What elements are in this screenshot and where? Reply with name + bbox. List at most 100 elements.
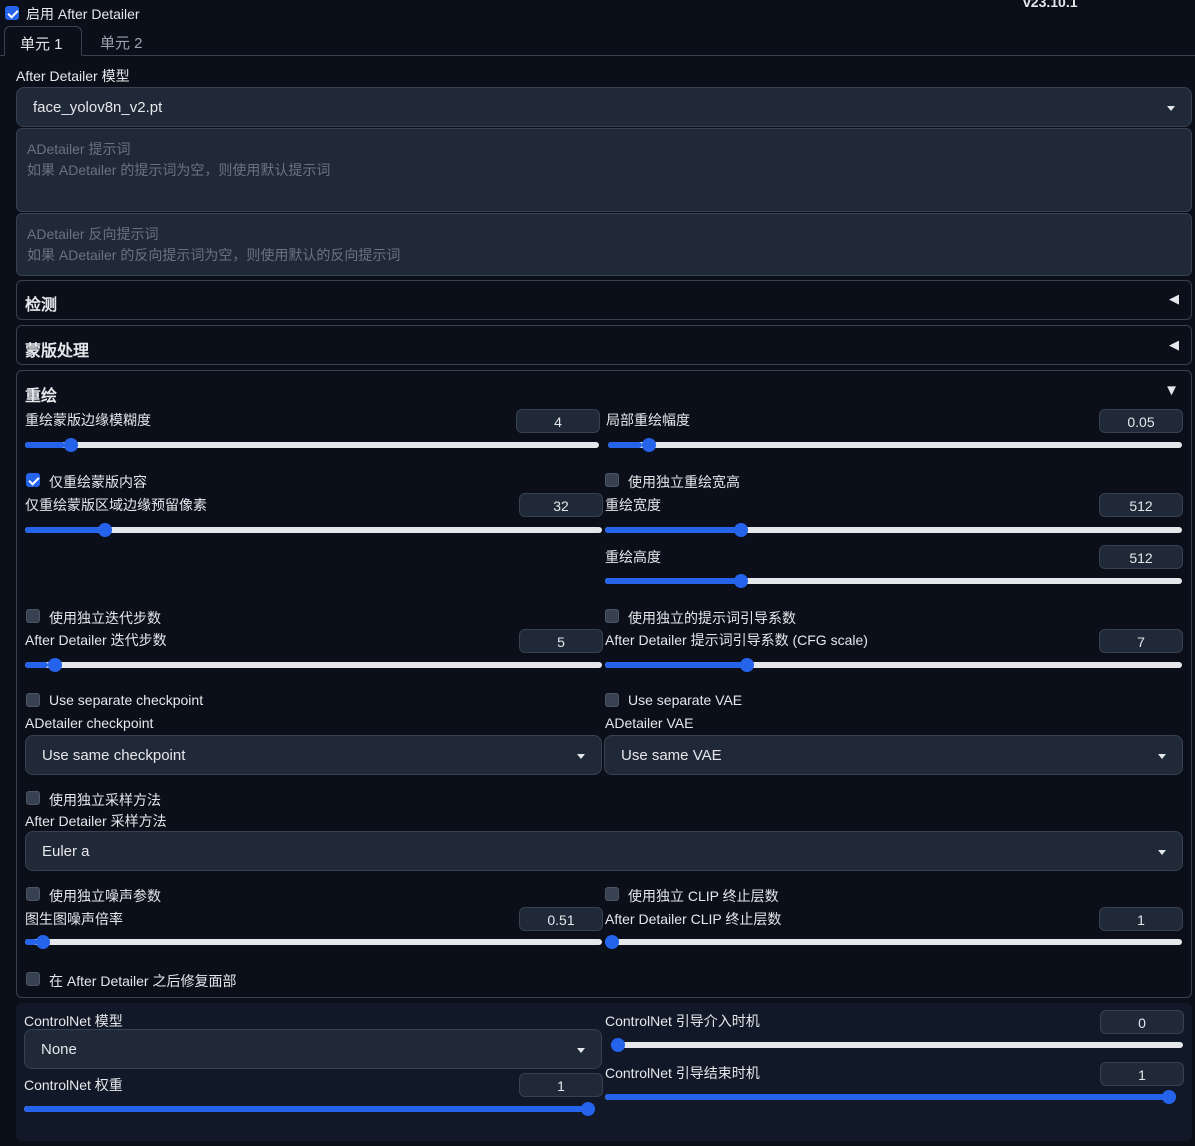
clip-slider[interactable]: [605, 934, 1182, 950]
steps-slider[interactable]: [25, 657, 602, 673]
model-label: After Detailer 模型: [16, 68, 130, 84]
slider-fill: [25, 939, 37, 945]
height-slider[interactable]: [605, 573, 1182, 589]
mask-title: 蒙版处理: [25, 343, 90, 360]
sep-steps-checkbox[interactable]: [26, 609, 40, 623]
mask-accordion[interactable]: 蒙版处理 ◀: [16, 325, 1192, 365]
slider-thumb[interactable]: [734, 523, 749, 537]
ckpt-value: Use same checkpoint: [42, 747, 186, 764]
width-slider[interactable]: [605, 522, 1182, 538]
slider-fill: [605, 1094, 1176, 1100]
mask-blur-slider[interactable]: [25, 437, 599, 453]
sep-steps-label: 使用独立迭代步数: [49, 610, 161, 626]
only-masked-checkbox[interactable]: [26, 473, 40, 487]
noise-label: 图生图噪声倍率: [25, 911, 123, 927]
denoise-label: 局部重绘幅度: [606, 412, 690, 428]
slider-thumb[interactable]: [98, 523, 113, 537]
sep-clip-checkbox[interactable]: [605, 887, 619, 901]
padding-slider[interactable]: [25, 522, 602, 538]
vae-label: ADetailer VAE: [605, 715, 694, 731]
height-input[interactable]: 512: [1099, 545, 1183, 569]
only-masked-label: 仅重绘蒙版内容: [49, 474, 147, 490]
cn-model-value: None: [41, 1041, 77, 1058]
slider-fill: [25, 442, 66, 448]
enable-checkbox[interactable]: [5, 6, 19, 20]
cn-end-slider[interactable]: [605, 1089, 1176, 1105]
cn-weight-slider[interactable]: [24, 1101, 595, 1117]
padding-input[interactable]: 32: [519, 493, 603, 517]
width-input[interactable]: 512: [1099, 493, 1183, 517]
detection-accordion[interactable]: 检测 ◀: [16, 280, 1192, 320]
sep-vae-checkbox[interactable]: [605, 693, 619, 707]
slider-fill: [605, 527, 738, 533]
slider-track: [608, 442, 1182, 448]
model-value: face_yolov8n_v2.pt: [33, 99, 163, 116]
slider-thumb[interactable]: [605, 935, 619, 949]
triangle-down-icon[interactable]: ▼: [1164, 382, 1179, 399]
slider-track: [611, 1042, 1183, 1048]
sep-noise-checkbox[interactable]: [26, 887, 40, 901]
slider-fill: [25, 527, 100, 533]
prompt-input[interactable]: ADetailer 提示词 如果 ADetailer 的提示词为空，则使用默认提…: [16, 128, 1192, 212]
cn-end-input[interactable]: 1: [1100, 1062, 1184, 1086]
chevron-down-icon: [577, 754, 585, 759]
slider-thumb[interactable]: [64, 438, 79, 452]
vae-dropdown[interactable]: Use same VAE: [604, 735, 1183, 775]
clip-input[interactable]: 1: [1099, 907, 1183, 931]
model-dropdown[interactable]: face_yolov8n_v2.pt: [16, 87, 1192, 127]
cfg-input[interactable]: 7: [1099, 629, 1183, 653]
inpaint-title: 重绘: [25, 388, 58, 405]
slider-fill: [25, 662, 49, 668]
sep-wh-checkbox[interactable]: [605, 473, 619, 487]
vae-value: Use same VAE: [621, 747, 722, 764]
slider-fill: [605, 578, 738, 584]
denoise-input[interactable]: 0.05: [1099, 409, 1183, 433]
cn-start-slider[interactable]: [611, 1037, 1183, 1053]
sep-sampler-label: 使用独立采样方法: [49, 792, 161, 808]
version-label: v23.10.1: [1023, 0, 1078, 10]
sep-ckpt-label: Use separate checkpoint: [49, 692, 204, 708]
slider-thumb[interactable]: [641, 438, 656, 452]
width-label: 重绘宽度: [605, 497, 661, 513]
noise-slider[interactable]: [25, 934, 602, 950]
ckpt-dropdown[interactable]: Use same checkpoint: [25, 735, 602, 775]
controlnet-section: [16, 1003, 1192, 1141]
slider-thumb[interactable]: [734, 574, 749, 588]
cn-weight-input[interactable]: 1: [519, 1073, 603, 1097]
steps-input[interactable]: 5: [519, 629, 603, 653]
sep-cfg-label: 使用独立的提示词引导系数: [628, 610, 796, 626]
inpaint-accordion: 重绘 ▼: [16, 370, 1192, 998]
cn-start-label: ControlNet 引导介入时机: [605, 1013, 760, 1029]
slider-thumb[interactable]: [1162, 1090, 1176, 1104]
slider-thumb[interactable]: [581, 1102, 595, 1116]
slider-thumb[interactable]: [36, 935, 51, 949]
sep-noise-label: 使用独立噪声参数: [49, 888, 161, 904]
negative-prompt-input[interactable]: ADetailer 反向提示词 如果 ADetailer 的反向提示词为空，则使…: [16, 213, 1192, 276]
cn-model-label: ControlNet 模型: [24, 1013, 123, 1029]
tab-unit-2[interactable]: 单元 2: [86, 26, 164, 56]
clip-label: After Detailer CLIP 终止层数: [605, 911, 782, 927]
sep-cfg-checkbox[interactable]: [605, 609, 619, 623]
slider-thumb[interactable]: [611, 1038, 625, 1052]
sampler-dropdown[interactable]: Euler a: [25, 831, 1183, 871]
slider-fill: [605, 662, 744, 668]
restore-face-checkbox[interactable]: [26, 972, 40, 986]
sep-clip-label: 使用独立 CLIP 终止层数: [628, 888, 779, 904]
cn-weight-label: ControlNet 权重: [24, 1077, 123, 1093]
slider-thumb[interactable]: [47, 658, 62, 672]
sep-sampler-checkbox[interactable]: [26, 791, 40, 805]
tab-unit-1-label: 单元 1: [20, 36, 63, 53]
slider-track: [25, 442, 599, 448]
denoise-slider[interactable]: [608, 437, 1182, 453]
mask-blur-input[interactable]: 4: [516, 409, 600, 433]
ckpt-label: ADetailer checkpoint: [25, 715, 154, 731]
cn-model-dropdown[interactable]: None: [24, 1029, 602, 1069]
cn-start-input[interactable]: 0: [1100, 1010, 1184, 1034]
sep-ckpt-checkbox[interactable]: [26, 693, 40, 707]
noise-input[interactable]: 0.51: [519, 907, 603, 931]
tab-unit-1[interactable]: 单元 1: [4, 26, 82, 56]
sep-wh-label: 使用独立重绘宽高: [628, 474, 740, 490]
slider-thumb[interactable]: [740, 658, 755, 672]
cfg-slider[interactable]: [605, 657, 1182, 673]
sampler-value: Euler a: [42, 843, 90, 860]
